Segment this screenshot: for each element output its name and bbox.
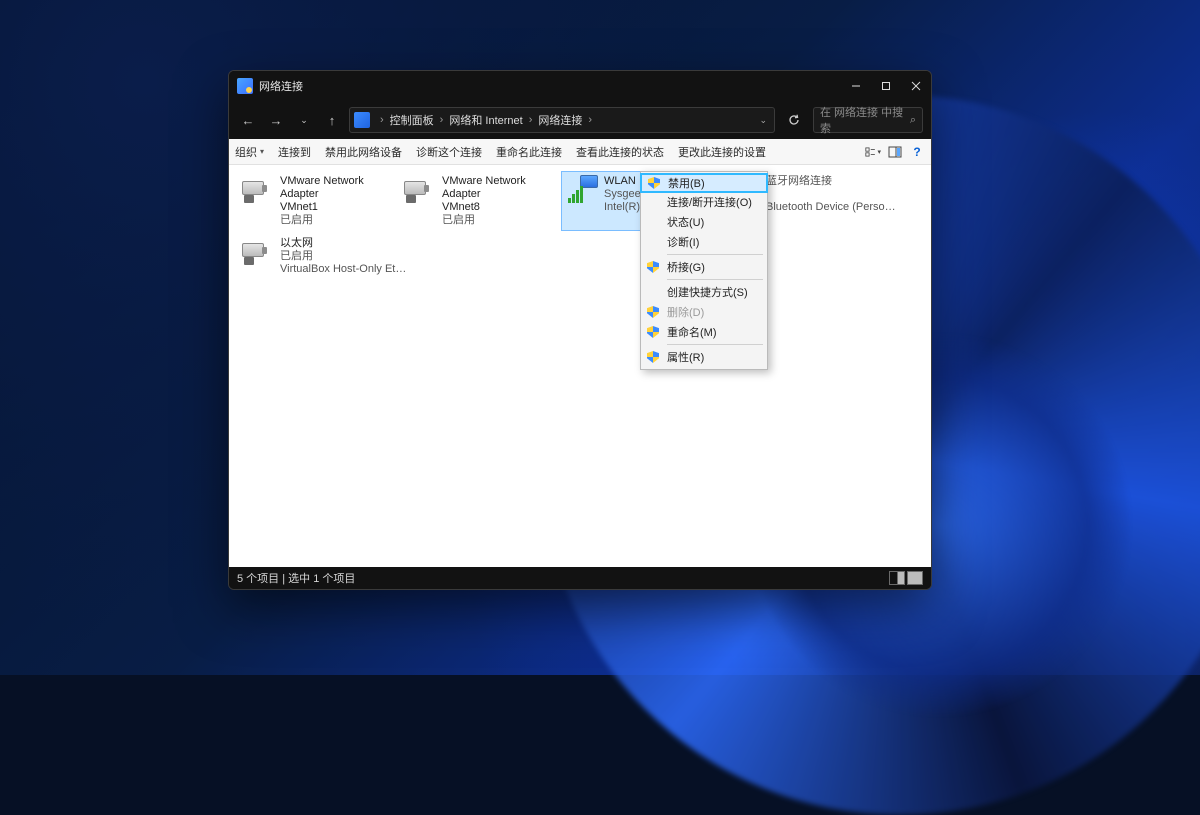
nav-row: ← → ⌄ ↑ › 控制面板 › 网络和 Internet › 网络连接 › ⌄…: [229, 101, 931, 139]
close-button[interactable]: [901, 71, 931, 101]
shield-icon: [648, 177, 660, 189]
adapter-device: VirtualBox Host-Only Ethernet ...: [280, 263, 412, 276]
search-placeholder: 在 网络连接 中搜索: [820, 104, 910, 136]
separator: [667, 279, 763, 280]
separator: [667, 254, 763, 255]
help-icon[interactable]: ?: [909, 144, 925, 160]
adapter-line2: VMnet8: [442, 201, 554, 214]
adapter-list: VMware Network Adapter VMnet1 已启用 VMware…: [237, 171, 923, 280]
back-button[interactable]: ←: [237, 109, 259, 131]
content-area[interactable]: VMware Network Adapter VMnet1 已启用 VMware…: [229, 165, 931, 567]
ctx-shortcut[interactable]: 创建快捷方式(S): [641, 282, 767, 302]
status-bar: 5 个项目 | 选中 1 个项目: [229, 567, 931, 589]
view-status-button[interactable]: 查看此连接的状态: [576, 144, 664, 160]
search-input[interactable]: 在 网络连接 中搜索 ⌕: [813, 107, 923, 133]
minimize-button[interactable]: [841, 71, 871, 101]
adapter-name: 以太网: [280, 237, 412, 250]
window-controls: [841, 71, 931, 101]
shield-icon: [647, 306, 659, 318]
shield-icon: [647, 351, 659, 363]
window-title: 网络连接: [259, 78, 303, 94]
breadcrumb-seg-2[interactable]: 网络和 Internet: [449, 112, 522, 128]
context-menu: 禁用(B) 连接/断开连接(O) 状态(U) 诊断(I) 桥接(G) 创建快捷方…: [640, 171, 768, 370]
wifi-icon: [566, 175, 598, 203]
breadcrumb-icon: [354, 112, 370, 128]
ctx-rename[interactable]: 重命名(M): [641, 322, 767, 342]
preview-pane-icon[interactable]: [887, 144, 903, 160]
ctx-properties[interactable]: 属性(R): [641, 347, 767, 367]
change-settings-button[interactable]: 更改此连接的设置: [678, 144, 766, 160]
chevron-right-icon: ›: [529, 114, 533, 126]
nic-icon: [242, 237, 274, 265]
breadcrumb-dropdown-icon[interactable]: ⌄: [759, 115, 767, 126]
adapter-vmnet8[interactable]: VMware Network Adapter VMnet8 已启用: [399, 171, 559, 231]
titlebar[interactable]: 网络连接: [229, 71, 931, 101]
rename-button[interactable]: 重命名此连接: [496, 144, 562, 160]
adapter-line2: VMnet1: [280, 201, 392, 214]
refresh-button[interactable]: [781, 107, 807, 133]
separator: [667, 344, 763, 345]
view-menu-icon[interactable]: ▾: [865, 144, 881, 160]
adapter-name: 蓝牙网络连接: [766, 175, 898, 188]
nic-icon: [404, 175, 436, 203]
ctx-connect[interactable]: 连接/断开连接(O): [641, 192, 767, 212]
adapter-status: 已启用: [280, 214, 392, 227]
large-icons-view-icon[interactable]: [907, 571, 923, 585]
breadcrumb-seg-3[interactable]: 网络连接: [538, 112, 582, 128]
adapter-vmnet1[interactable]: VMware Network Adapter VMnet1 已启用: [237, 171, 397, 231]
ctx-diagnose[interactable]: 诊断(I): [641, 232, 767, 252]
up-button[interactable]: ↑: [321, 109, 343, 131]
breadcrumb[interactable]: › 控制面板 › 网络和 Internet › 网络连接 › ⌄: [349, 107, 775, 133]
connect-to-button[interactable]: 连接到: [278, 144, 311, 160]
network-connections-window: 网络连接 ← → ⌄ ↑ › 控制面板 › 网络和 Internet › 网络连…: [228, 70, 932, 590]
breadcrumb-seg-1[interactable]: 控制面板: [390, 112, 434, 128]
command-bar: 组织▾ 连接到 禁用此网络设备 诊断这个连接 重命名此连接 查看此连接的状态 更…: [229, 139, 931, 165]
diagnose-button[interactable]: 诊断这个连接: [416, 144, 482, 160]
window-icon: [237, 78, 253, 94]
recent-dropdown[interactable]: ⌄: [293, 109, 315, 131]
disable-device-button[interactable]: 禁用此网络设备: [325, 144, 402, 160]
adapter-status: 已启用: [280, 250, 412, 263]
adapter-status: 已启用: [442, 214, 554, 227]
adapter-device: Bluetooth Device (Personal Ar...: [766, 201, 898, 214]
forward-button[interactable]: →: [265, 109, 287, 131]
ctx-disable[interactable]: 禁用(B): [641, 173, 767, 193]
chevron-right-icon: ›: [440, 114, 444, 126]
adapter-ethernet[interactable]: 以太网 已启用 VirtualBox Host-Only Ethernet ..…: [237, 233, 417, 280]
chevron-right-icon: ›: [588, 114, 592, 126]
shield-icon: [647, 261, 659, 273]
maximize-button[interactable]: [871, 71, 901, 101]
ctx-status[interactable]: 状态(U): [641, 212, 767, 232]
adapter-name: VMware Network Adapter: [280, 175, 392, 201]
details-view-icon[interactable]: [889, 571, 905, 585]
search-icon: ⌕: [910, 114, 916, 127]
ctx-bridge[interactable]: 桥接(G): [641, 257, 767, 277]
ctx-delete: 删除(D): [641, 302, 767, 322]
nic-icon: [242, 175, 274, 203]
chevron-right-icon: ›: [380, 114, 384, 126]
shield-icon: [647, 326, 659, 338]
organize-menu[interactable]: 组织▾: [235, 144, 264, 160]
status-text: 5 个项目 | 选中 1 个项目: [237, 570, 355, 586]
adapter-name: VMware Network Adapter: [442, 175, 554, 201]
